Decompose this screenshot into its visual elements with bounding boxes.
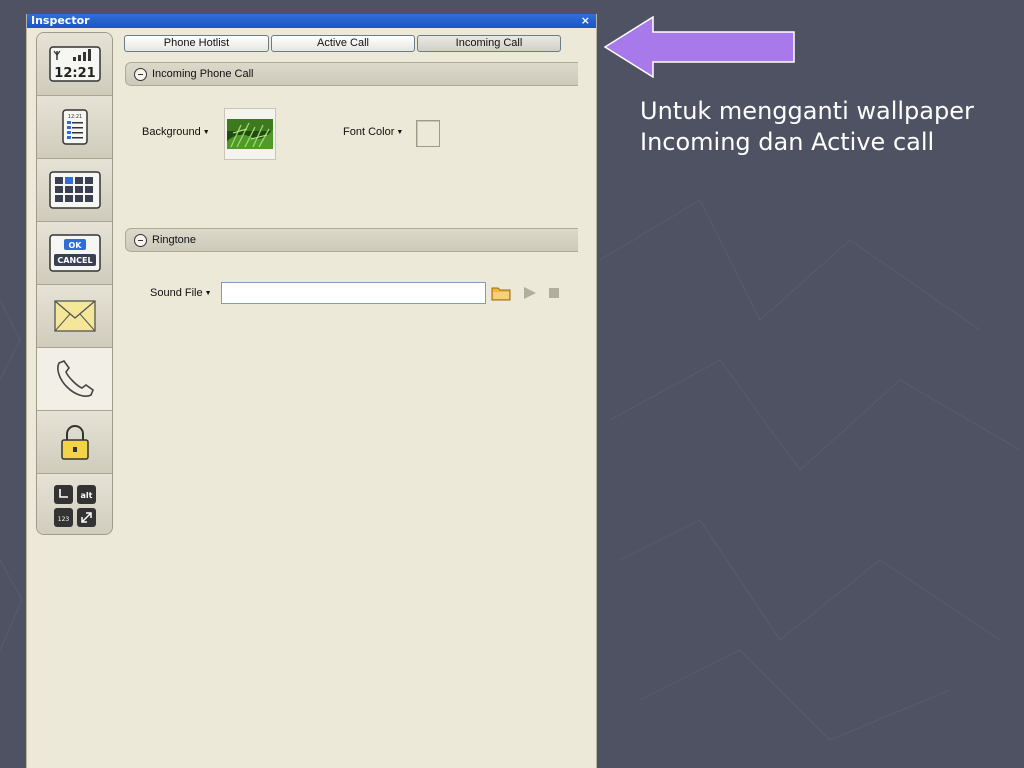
alt-key-label: alt [80, 491, 92, 500]
font-color-dropdown[interactable]: Font Color ▼ [343, 126, 403, 138]
rail-item-keyboard[interactable]: alt 123 [37, 474, 112, 534]
category-rail: 12:21 12:21 OK CANCEL alt 123 [36, 32, 113, 535]
phone-handset-icon [56, 360, 94, 397]
font-color-swatch[interactable] [416, 120, 440, 147]
envelope-icon [53, 300, 96, 332]
background-label: Background [142, 126, 201, 138]
pointer-arrow [604, 16, 795, 78]
folder-icon[interactable] [491, 285, 511, 301]
app-grid-icon [48, 171, 101, 209]
padlock-icon [60, 425, 89, 460]
caret-down-icon: ▼ [204, 289, 212, 297]
play-icon[interactable] [523, 286, 537, 300]
title-bar: Inspector × [27, 14, 596, 28]
inspector-window: Inspector × 12:21 12:21 OK CANCEL alt 12… [26, 14, 597, 768]
phone-screen-icon: 12:21 [61, 109, 88, 145]
ringtone-section-title: Ringtone [152, 234, 197, 246]
slide-caption: Untuk mengganti wallpaper Incoming dan A… [640, 96, 1010, 158]
tab-incoming-call[interactable]: Incoming Call [417, 35, 561, 52]
background-thumbnail[interactable] [224, 108, 276, 160]
ringtone-section-header[interactable]: Ringtone [125, 228, 578, 252]
caret-down-icon: ▼ [202, 128, 210, 136]
status-clock: 12:21 [54, 66, 95, 81]
sound-file-input[interactable] [221, 282, 486, 304]
rail-item-status-bar[interactable]: 12:21 [37, 33, 112, 96]
stop-icon[interactable] [548, 287, 560, 299]
close-icon[interactable]: × [581, 14, 590, 28]
caption-line-2: Incoming dan Active call [640, 128, 935, 156]
window-title: Inspector [31, 14, 90, 27]
rail-item-phone[interactable] [37, 348, 112, 411]
rail-item-dialogs[interactable]: OK CANCEL [37, 222, 112, 285]
background-dropdown[interactable]: Background ▼ [142, 126, 210, 138]
ok-cancel-icon: OK CANCEL [48, 234, 101, 272]
font-color-label: Font Color [343, 126, 395, 138]
incoming-section-header[interactable]: Incoming Phone Call [125, 62, 578, 86]
tab-active-call[interactable]: Active Call [271, 35, 415, 52]
cancel-key-label: CANCEL [57, 256, 92, 265]
tab-phone-hotlist[interactable]: Phone Hotlist [124, 35, 269, 52]
sound-file-label: Sound File [150, 287, 203, 299]
rail-item-applications[interactable] [37, 159, 112, 222]
screen-clock: 12:21 [67, 114, 81, 120]
phone-status-icon: 12:21 [48, 46, 101, 82]
sound-file-dropdown[interactable]: Sound File ▼ [150, 287, 212, 299]
grass-wallpaper-icon [227, 119, 273, 149]
rail-item-lock[interactable] [37, 411, 112, 474]
ok-key-label: OK [68, 241, 82, 250]
caption-line-1: Untuk mengganti wallpaper [640, 97, 974, 125]
rail-item-messages[interactable] [37, 285, 112, 348]
collapse-icon[interactable] [134, 68, 147, 81]
caret-down-icon: ▼ [396, 128, 404, 136]
numeric-key-label: 123 [57, 516, 69, 523]
rail-item-home-screen[interactable]: 12:21 [37, 96, 112, 159]
collapse-icon[interactable] [134, 234, 147, 247]
keys-icon: alt 123 [53, 484, 96, 527]
incoming-section-title: Incoming Phone Call [152, 68, 254, 80]
